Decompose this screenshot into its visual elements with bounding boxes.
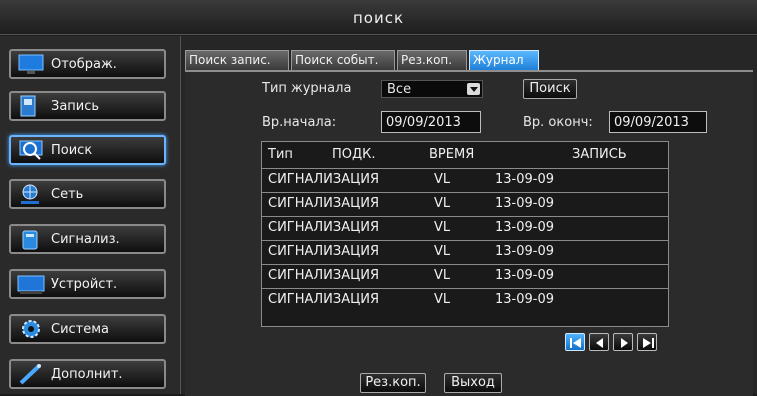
cell-channel: VL (434, 244, 451, 259)
cell-type: СИГНАЛИЗАЦИЯ (268, 220, 379, 235)
column-header-record: ЗАПИСЬ (572, 147, 627, 162)
tab-journal[interactable]: Журнал (469, 50, 539, 70)
sidebar-item-record[interactable]: Запись (9, 91, 166, 121)
cell-date: 13-09-09 (495, 196, 555, 211)
sidebar-item-device[interactable]: Устройст. (9, 269, 166, 299)
tools-icon (19, 364, 41, 385)
cell-type: СИГНАЛИЗАЦИЯ (268, 292, 379, 307)
start-date-field[interactable]: 09/09/2013 (381, 111, 481, 133)
next-page-icon (621, 338, 628, 348)
sidebar-item-label: Отображ. (51, 57, 117, 72)
last-page-button[interactable] (637, 333, 657, 351)
sidebar-item-advanced[interactable]: Дополнит. (9, 359, 166, 389)
first-page-icon (570, 338, 581, 348)
cell-type: СИГНАЛИЗАЦИЯ (268, 196, 379, 211)
table-row[interactable]: СИГНАЛИЗАЦИЯ VL 13-09-09 (262, 168, 668, 191)
network-icon (21, 184, 39, 204)
journal-type-select[interactable]: Все (381, 80, 483, 98)
table-row[interactable]: СИГНАЛИЗАЦИЯ VL 13-09-09 (262, 192, 668, 215)
exit-button[interactable]: Выход (444, 373, 502, 393)
sidebar-item-search[interactable]: Поиск (9, 135, 166, 165)
table-row[interactable]: СИГНАЛИЗАЦИЯ VL 13-09-09 (262, 240, 668, 263)
next-page-button[interactable] (613, 333, 633, 351)
chevron-down-icon[interactable] (467, 83, 480, 95)
column-header-type: Тип (268, 147, 293, 162)
cell-date: 13-09-09 (495, 292, 555, 307)
first-page-button[interactable] (565, 333, 585, 351)
cell-channel: VL (434, 220, 451, 235)
device-icon (17, 275, 45, 294)
cell-channel: VL (434, 268, 451, 283)
journal-type-label: Тип журнала (262, 81, 352, 96)
cell-channel: VL (434, 292, 451, 307)
sidebar-item-label: Сеть (51, 187, 84, 202)
prev-page-button[interactable] (589, 333, 609, 351)
sidebar-item-label: Система (51, 322, 110, 337)
sidebar-item-display[interactable]: Отображ. (9, 49, 166, 79)
backup-button[interactable]: Рез.коп. (360, 373, 426, 393)
recorder-icon (20, 95, 36, 117)
cell-date: 13-09-09 (495, 220, 555, 235)
column-header-time: ВРЕМЯ (429, 147, 475, 162)
sidebar-item-alarm[interactable]: Сигнализ. (9, 224, 166, 254)
journal-type-value: Все (387, 82, 412, 97)
table-row[interactable]: СИГНАЛИЗАЦИЯ VL 13-09-09 (262, 288, 668, 311)
sidebar: Отображ. Запись Поиск Сеть Сигнализ. Уст… (0, 36, 181, 394)
monitor-icon (18, 54, 44, 74)
end-date-field[interactable]: 09/09/2013 (609, 111, 707, 133)
end-time-label: Вр. оконч: (523, 115, 593, 130)
cell-date: 13-09-09 (495, 244, 555, 259)
tab-backup[interactable]: Рез.коп. (397, 50, 467, 70)
sidebar-item-label: Сигнализ. (51, 232, 120, 247)
cell-channel: VL (434, 172, 451, 187)
tab-record-search[interactable]: Поиск запис. (185, 50, 289, 70)
sidebar-item-label: Запись (51, 99, 100, 114)
page-title: поиск (352, 9, 405, 27)
title-bar: поиск (0, 0, 757, 35)
cell-type: СИГНАЛИЗАЦИЯ (268, 268, 379, 283)
table-row[interactable]: СИГНАЛИЗАЦИЯ VL 13-09-09 (262, 216, 668, 239)
prev-page-icon (596, 338, 603, 348)
sidebar-item-network[interactable]: Сеть (9, 179, 166, 209)
sidebar-item-label: Поиск (51, 143, 93, 158)
search-button[interactable]: Поиск (523, 79, 577, 99)
start-time-label: Вр.начала: (262, 115, 337, 130)
cell-type: СИГНАЛИЗАЦИЯ (268, 172, 379, 187)
cell-type: СИГНАЛИЗАЦИЯ (268, 244, 379, 259)
alarm-icon (22, 230, 38, 250)
table-row[interactable]: СИГНАЛИЗАЦИЯ VL 13-09-09 (262, 264, 668, 287)
gear-icon (22, 320, 40, 338)
journal-table: Тип ПОДК. ВРЕМЯ ЗАПИСЬ СИГНАЛИЗАЦИЯ VL 1… (261, 141, 669, 327)
search-icon (19, 140, 43, 160)
sidebar-item-label: Дополнит. (51, 367, 123, 382)
cell-date: 13-09-09 (495, 172, 555, 187)
tab-event-search[interactable]: Поиск событ. (291, 50, 395, 70)
sidebar-item-label: Устройст. (51, 277, 118, 292)
cell-channel: VL (434, 196, 451, 211)
last-page-icon (643, 338, 654, 348)
cell-date: 13-09-09 (495, 268, 555, 283)
column-header-channel: ПОДК. (332, 147, 376, 162)
sidebar-item-system[interactable]: Система (9, 314, 166, 344)
